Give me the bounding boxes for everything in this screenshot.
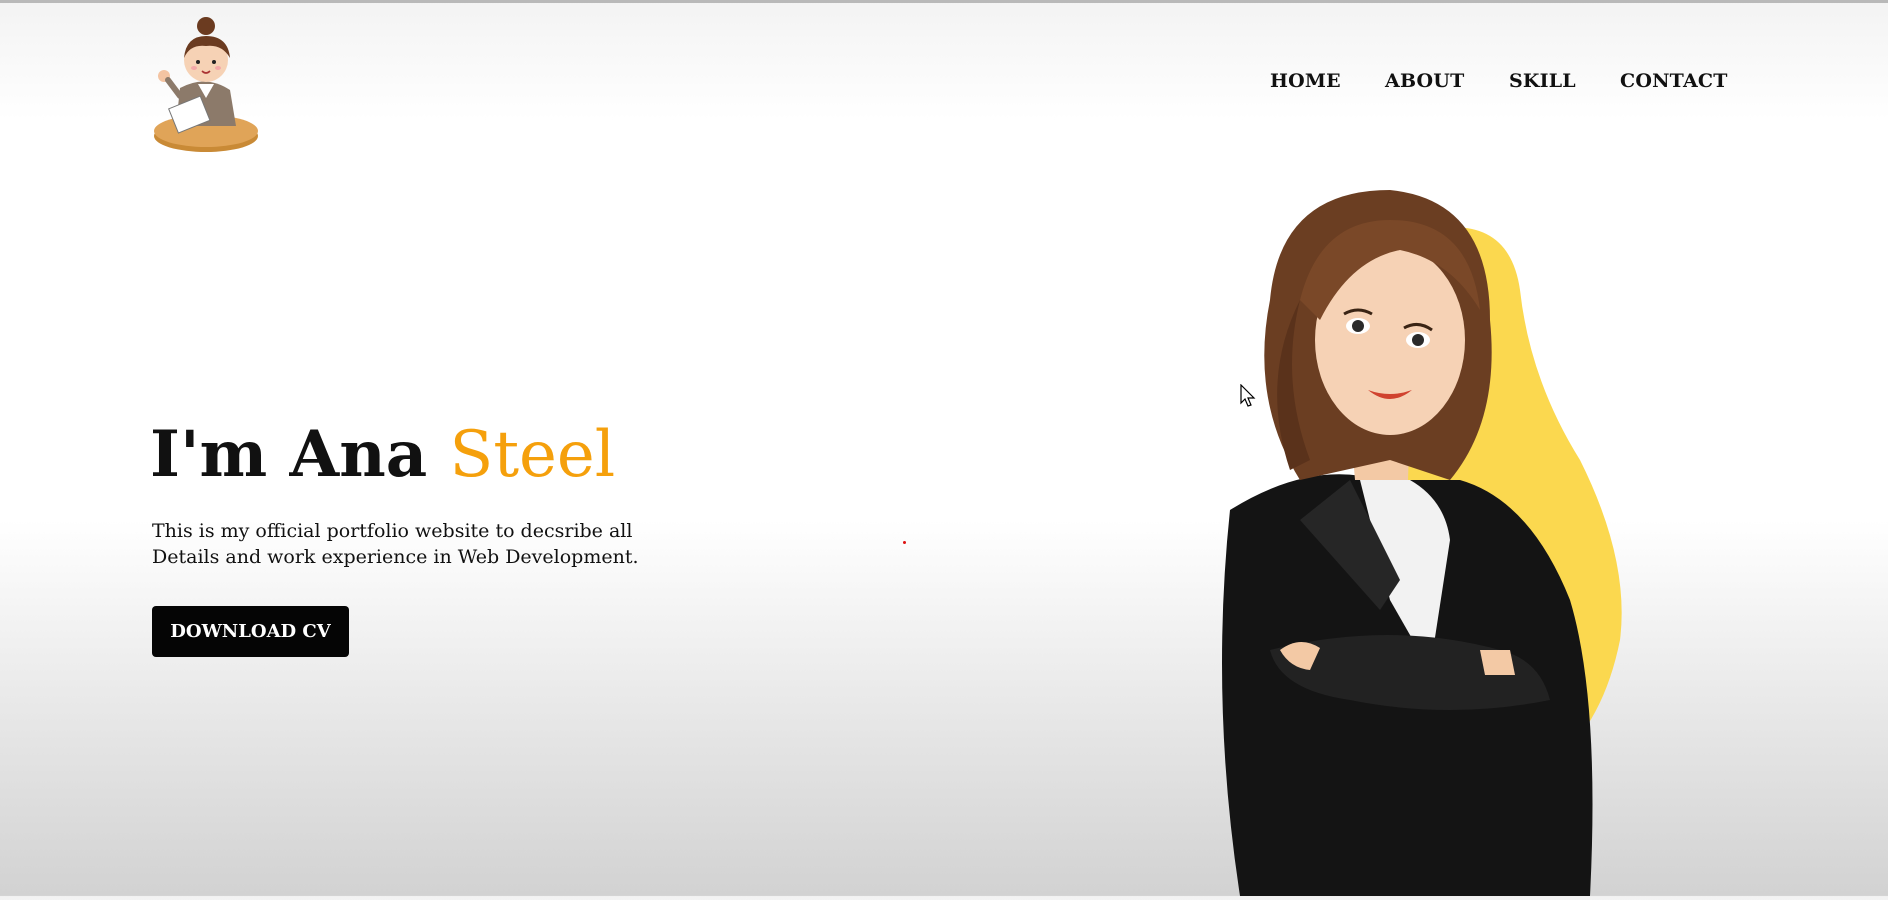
hero-description-line1: This is my official portfolio website to…	[152, 520, 633, 542]
nav-home[interactable]: HOME	[1270, 70, 1341, 92]
hero-illustration	[1150, 180, 1670, 896]
nav-skill[interactable]: SKILL	[1509, 70, 1576, 92]
nav-contact[interactable]: CONTACT	[1620, 70, 1728, 92]
mouse-cursor	[1240, 383, 1256, 408]
hero-description: This is my official portfolio website to…	[152, 518, 672, 570]
cartoon-girl-logo-icon	[154, 17, 258, 152]
download-cv-button[interactable]: DOWNLOAD CV	[152, 606, 349, 657]
nav-about[interactable]: ABOUT	[1385, 70, 1464, 92]
hero-description-line2: Details and work experience in Web Devel…	[152, 546, 639, 568]
main-nav: HOME ABOUT SKILL CONTACT	[1240, 70, 1740, 100]
hero-title-accent: Steel	[449, 418, 616, 492]
mouse-pointer-icon	[1240, 383, 1256, 407]
hero-title-prefix: I'm Ana	[150, 417, 450, 492]
decorative-dot	[903, 541, 906, 544]
browser-top-border	[0, 0, 1888, 3]
site-logo[interactable]	[150, 14, 266, 158]
hero-title: I'm Ana Steel	[150, 410, 615, 500]
businesswoman-illustration-icon	[1222, 190, 1622, 896]
